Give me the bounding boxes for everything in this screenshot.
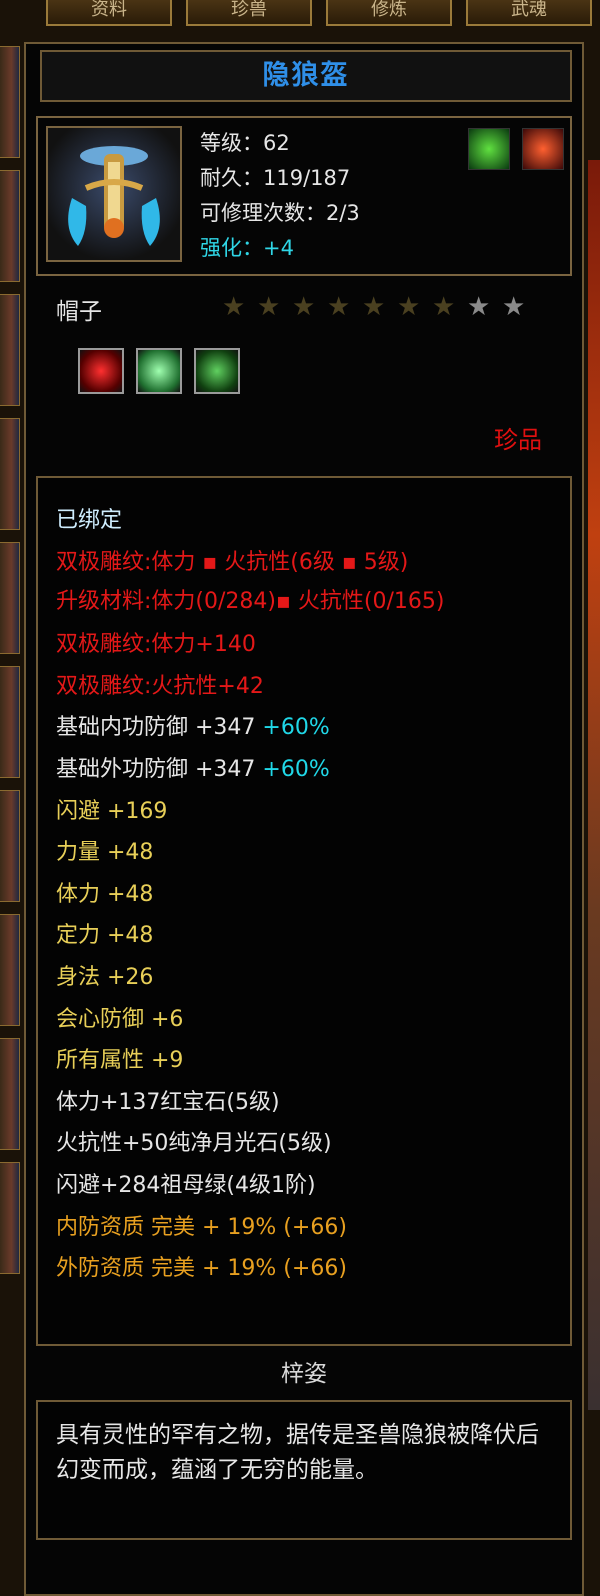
outer-defense-value: 基础外功防御 +347 [56,756,256,782]
upgrade-material: 升级材料:体力(0/284)▪ 火抗性(0/165) [56,589,445,615]
side-slot[interactable] [0,790,20,902]
outer-quality: 外防资质 完美 + 19% (+66) [56,1256,347,1282]
star-filled-icon: ★ [257,292,281,322]
star-filled-icon: ★ [292,292,316,322]
description-box: 具有灵性的罕有之物，据传是圣兽隐狼被降伏后幻变而成，蕴涵了无穷的能量。 [36,1400,572,1540]
gem-moonstone: 火抗性+50纯净月光石(5级) [56,1131,332,1157]
item-stats: 等级：62 耐久：119/187 可修理次数：2/3 强化：+4 [200,126,360,266]
item-tooltip-panel: 隐狼盔 等级：62 耐久：119/187 可修理次数：2/3 强化：+4 帽子 … [24,42,584,1596]
tab-training[interactable]: 修炼 [326,0,452,26]
set-name: 梓姿 [281,1361,327,1387]
tab-soul[interactable]: 武魂 [466,0,592,26]
side-slot[interactable] [0,170,20,282]
outer-defense: 基础外功防御 +347 +60% [56,749,556,791]
tab-pet[interactable]: 珍兽 [186,0,312,26]
inner-defense: 基础内功防御 +347 +60% [56,707,556,749]
star-filled-icon: ★ [397,292,421,322]
outer-defense-pct: +60% [262,756,330,782]
item-level: 等级：62 [200,131,290,155]
dodge-stat: 闪避 +169 [56,798,168,824]
side-slot[interactable] [0,666,20,778]
strength-stat: 力量 +48 [56,840,154,866]
all-attributes-stat: 所有属性 +9 [56,1048,184,1074]
side-slot[interactable] [0,46,20,158]
side-slot[interactable] [0,1162,20,1274]
item-enhance: 强化：+4 [200,236,294,260]
emerald-socket-icon[interactable] [194,348,240,394]
bound-status: 已绑定 [56,508,123,533]
tab-bar: 资料 珍兽 修炼 武魂 [40,0,600,34]
tab-info[interactable]: 资料 [46,0,172,26]
side-slot[interactable] [0,542,20,654]
carve-info: 双极雕纹:体力 ▪ 火抗性(6级 ▪ 5级) [56,549,409,575]
inner-defense-pct: +60% [262,715,330,741]
item-repairs: 可修理次数：2/3 [200,201,360,225]
focus-stat: 定力 +48 [56,923,154,949]
helmet-icon [46,126,182,262]
side-slot[interactable] [0,294,20,406]
title-bar: 隐狼盔 [40,50,572,102]
side-slot-strip [0,46,22,1306]
agility-stat: 身法 +26 [56,964,154,990]
item-name: 隐狼盔 [262,60,350,91]
side-slot[interactable] [0,1038,20,1150]
carve-stamina: 双极雕纹:体力+140 [56,632,256,658]
inner-quality: 内防资质 完美 + 19% (+66) [56,1214,347,1240]
gem-ruby: 体力+137红宝石(5级) [56,1089,280,1115]
item-durability: 耐久：119/187 [200,166,351,190]
inner-defense-value: 基础内功防御 +347 [56,715,256,741]
red-buff-icon [522,128,564,170]
star-rating: ★ ★ ★ ★ ★ ★ ★ ★ ★ [222,292,542,322]
item-header: 等级：62 耐久：119/187 可修理次数：2/3 强化：+4 [36,116,572,276]
star-filled-icon: ★ [362,292,386,322]
star-filled-icon: ★ [327,292,351,322]
moonstone-socket-icon[interactable] [136,348,182,394]
background-decor [588,160,600,1410]
gem-emerald: 闪避+284祖母绿(4级1阶) [56,1172,316,1198]
attribute-list: 已绑定 双极雕纹:体力 ▪ 火抗性(6级 ▪ 5级) 升级材料:体力(0/284… [56,500,556,1290]
star-empty-icon: ★ [467,292,491,322]
crit-defense-stat: 会心防御 +6 [56,1006,184,1032]
ruby-socket-icon[interactable] [78,348,124,394]
stamina-stat: 体力 +48 [56,881,154,907]
item-description: 具有灵性的罕有之物，据传是圣兽隐狼被降伏后幻变而成，蕴涵了无穷的能量。 [56,1422,539,1483]
attribute-box: 已绑定 双极雕纹:体力 ▪ 火抗性(6级 ▪ 5级) 升级材料:体力(0/284… [36,476,572,1346]
star-filled-icon: ★ [222,292,246,322]
rarity-label: 珍品 [494,426,542,454]
star-filled-icon: ★ [432,292,456,322]
carve-fire-resist: 双极雕纹:火抗性+42 [56,673,264,699]
star-empty-icon: ★ [502,292,526,322]
side-slot[interactable] [0,914,20,1026]
side-slot[interactable] [0,418,20,530]
item-category: 帽子 [56,299,102,325]
green-buff-icon [468,128,510,170]
